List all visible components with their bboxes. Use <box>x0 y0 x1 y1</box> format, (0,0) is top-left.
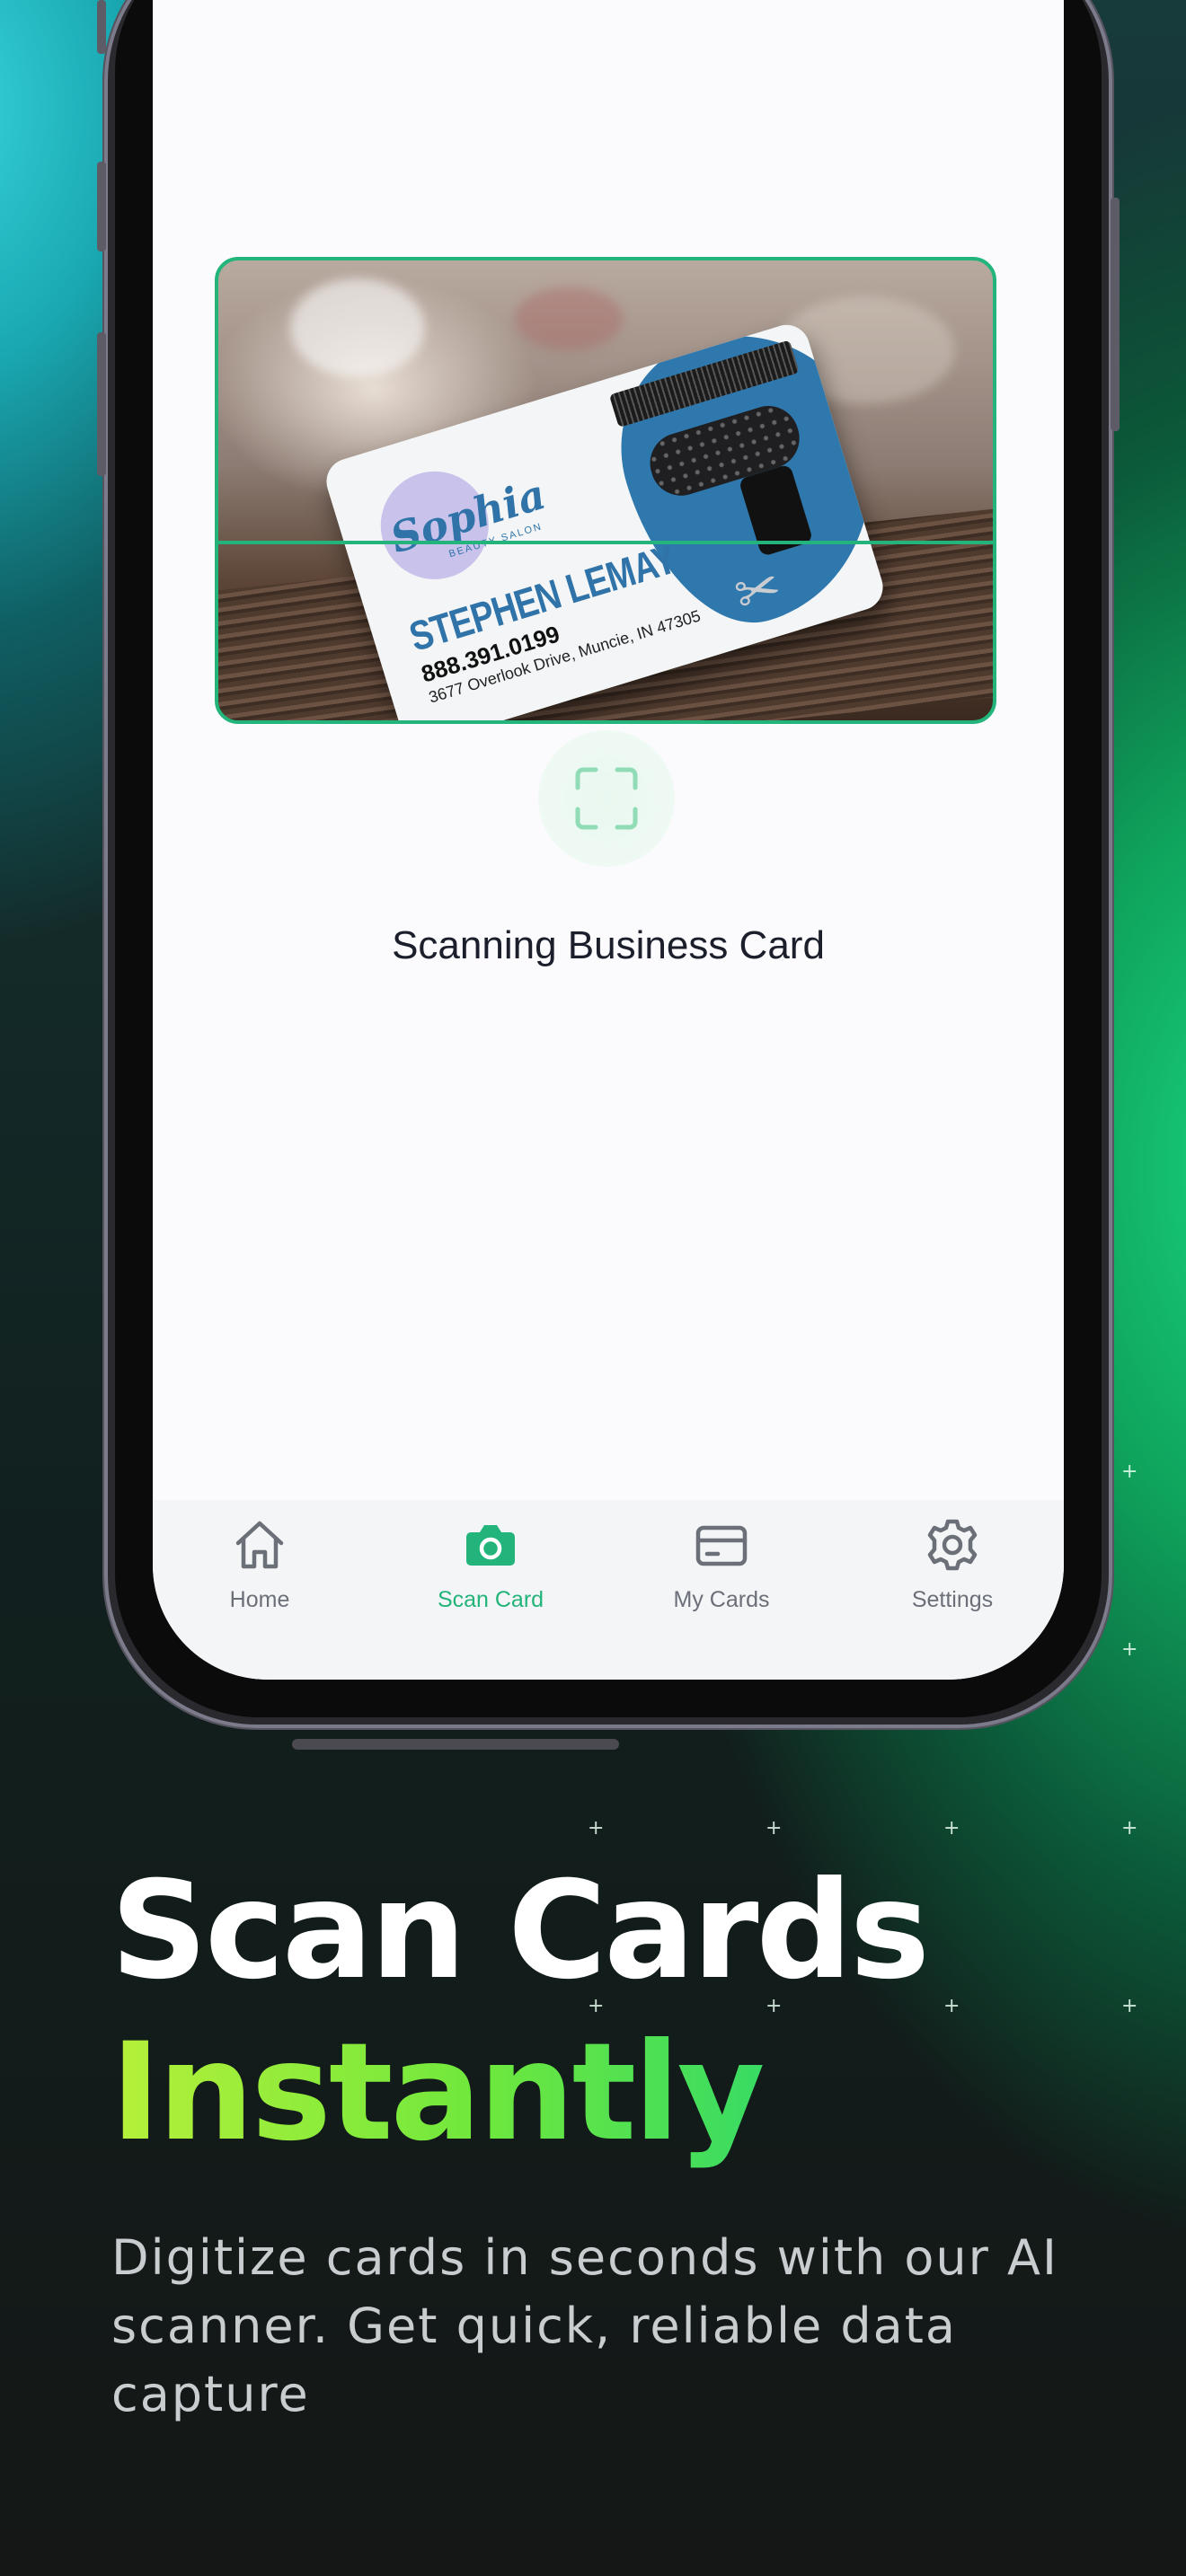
sparkle-icon: + <box>588 1817 605 1839</box>
sparkle-icon: + <box>1121 1638 1138 1661</box>
home-indicator[interactable] <box>292 1739 619 1750</box>
headline-line-2: Instantly <box>111 2012 927 2174</box>
headline: Scan Cards Instantly <box>111 1850 930 2174</box>
sparkle-icon: + <box>943 1995 960 2017</box>
tab-settings[interactable]: Settings <box>863 1516 1042 1613</box>
headline-line-1: Scan Cards <box>111 1853 930 2009</box>
bokeh-light <box>290 278 425 377</box>
card-icon <box>695 1525 748 1566</box>
sparkle-icon: + <box>1121 1817 1138 1839</box>
home-icon <box>235 1521 284 1569</box>
side-button <box>1111 198 1120 431</box>
scan-line <box>218 541 993 544</box>
sparkle-icon: + <box>1121 1995 1138 2017</box>
tab-my-cards-label: My Cards <box>673 1587 770 1612</box>
app-screen: ✂ Sophia BEAUTY SALON STEPHEN LEMAY 888.… <box>153 0 1064 1680</box>
sparkle-icon: + <box>1121 1460 1138 1483</box>
tab-home[interactable]: Home <box>170 1516 350 1613</box>
tab-bar: Home Scan Card My Cards Settings <box>153 1500 1064 1680</box>
sparkle-icon: + <box>766 1817 783 1839</box>
camera-icon <box>466 1525 515 1566</box>
tab-home-label: Home <box>229 1587 290 1612</box>
side-button <box>97 332 106 476</box>
scan-status-icon-wrap <box>538 730 675 867</box>
bokeh-light <box>515 287 623 350</box>
side-button <box>97 0 106 54</box>
scan-frame-icon <box>575 767 638 830</box>
subheadline: Digitize cards in seconds with our AI sc… <box>111 2229 1058 2422</box>
tab-settings-label: Settings <box>911 1587 994 1612</box>
tab-scan-card-label: Scan Card <box>437 1587 544 1612</box>
camera-preview: ✂ Sophia BEAUTY SALON STEPHEN LEMAY 888.… <box>215 257 996 724</box>
gear-icon <box>927 1519 978 1571</box>
side-button <box>97 162 106 251</box>
sparkle-icon: + <box>943 1817 960 1839</box>
scan-status-text: Scanning Business Card <box>392 923 825 967</box>
tab-scan-card[interactable]: Scan Card <box>401 1516 580 1613</box>
tab-my-cards[interactable]: My Cards <box>632 1516 811 1613</box>
